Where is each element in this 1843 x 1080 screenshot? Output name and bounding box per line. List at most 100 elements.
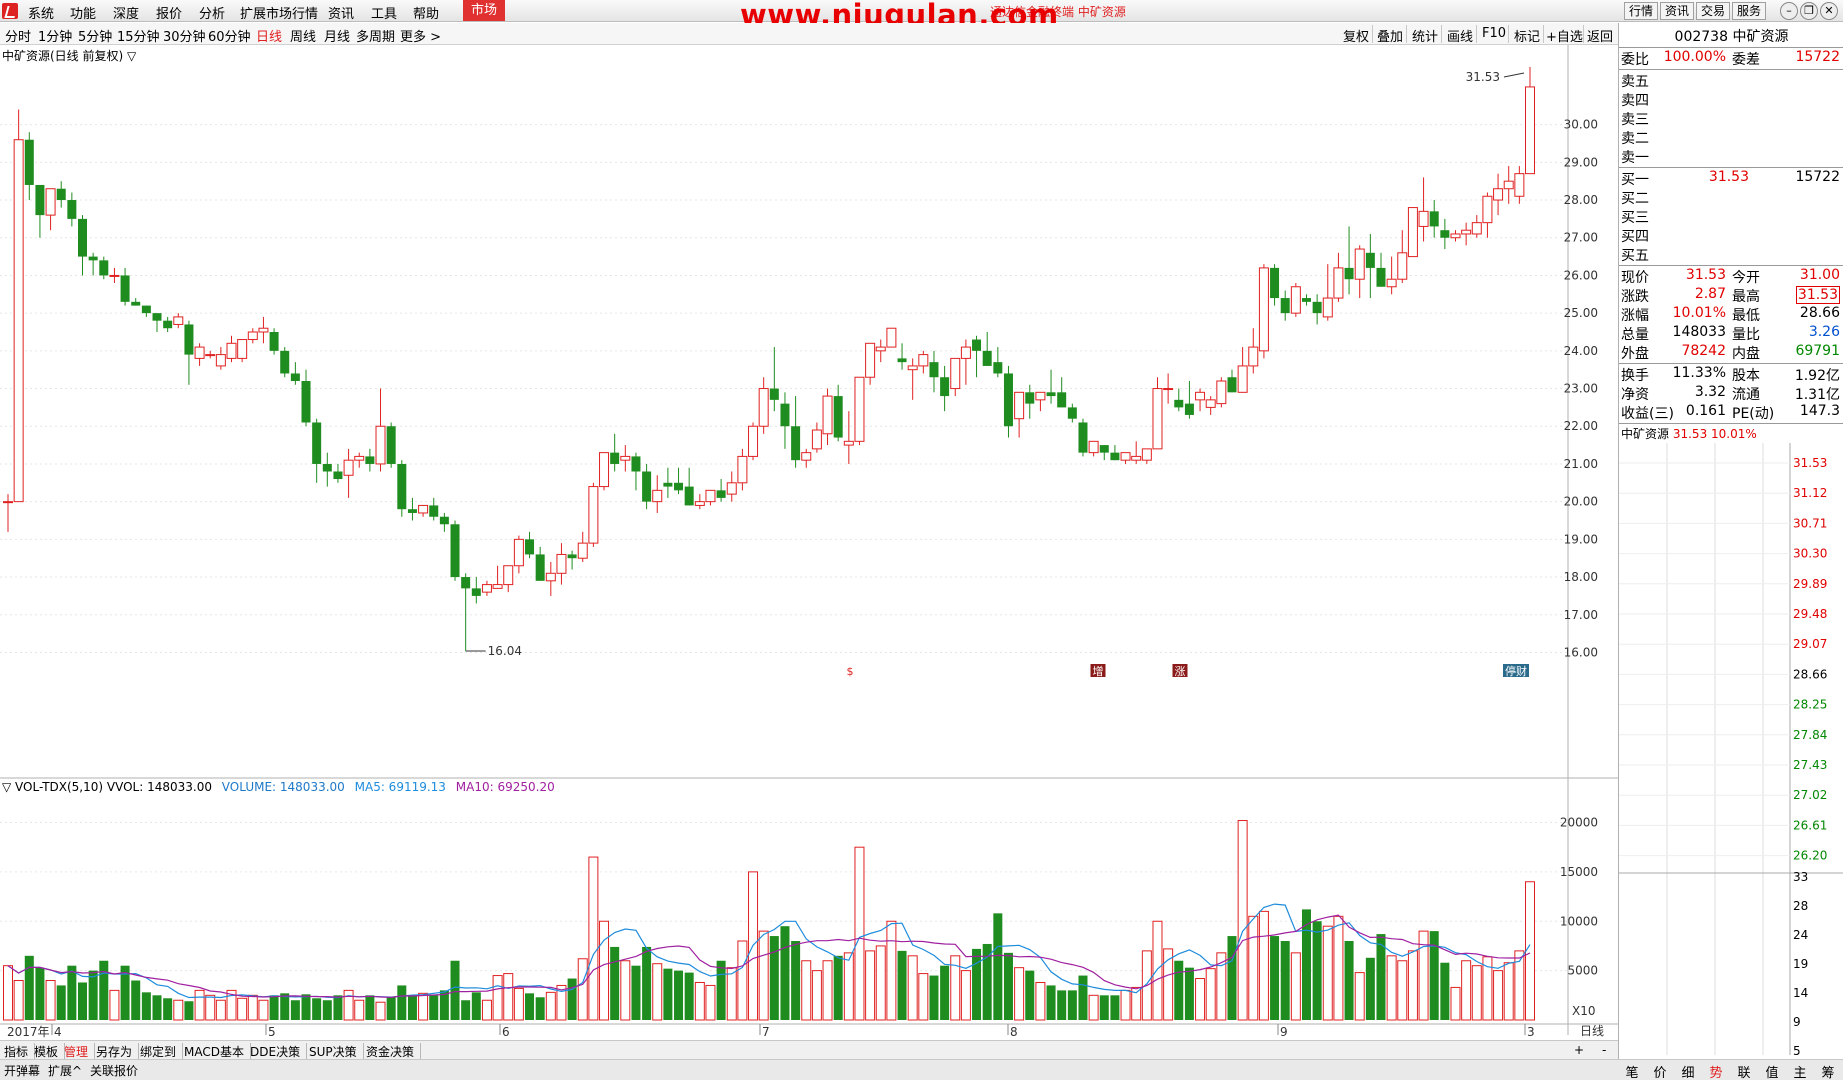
- period-weekly[interactable]: 周线: [290, 26, 316, 45]
- period-60min[interactable]: 60分钟: [208, 26, 251, 45]
- market-button[interactable]: 行情: [1624, 2, 1658, 20]
- volume-bar-down: [791, 941, 801, 1020]
- ask-row[interactable]: 卖一: [1619, 147, 1843, 166]
- candle-body-up: [875, 346, 886, 352]
- rtab-stroke[interactable]: 笔: [1618, 1062, 1646, 1080]
- news-button[interactable]: 资讯: [1660, 2, 1694, 20]
- bid-row[interactable]: 买三: [1619, 207, 1843, 226]
- menu-tools[interactable]: 工具: [371, 3, 397, 22]
- service-button[interactable]: 服务: [1732, 2, 1766, 20]
- ask-row[interactable]: 卖三: [1619, 109, 1843, 128]
- period-1min[interactable]: 1分钟: [38, 26, 72, 45]
- ask-row[interactable]: 卖二: [1619, 128, 1843, 147]
- volume-bar-up: [545, 991, 556, 1021]
- period-daily[interactable]: 日线: [256, 26, 282, 45]
- period-5min[interactable]: 5分钟: [78, 26, 112, 45]
- volume-bar-up: [1205, 968, 1216, 1021]
- tab-indicator[interactable]: 指标: [4, 1043, 36, 1060]
- volume-indicator-name[interactable]: ▽ VOL-TDX(5,10) VVOL: 148033.00: [2, 780, 212, 794]
- tab-template[interactable]: 模板: [34, 1043, 66, 1060]
- kline-chart[interactable]: 30.00 29.00 28.00 27.00 26.00 25.00 24.00 23.00…: [0, 45, 1618, 1040]
- menu-analysis[interactable]: 分析: [199, 3, 225, 22]
- period-multi[interactable]: 多周期: [356, 26, 395, 45]
- volume-bar-down: [24, 955, 34, 1020]
- restore-icon[interactable]: ❐: [1800, 2, 1818, 20]
- menu-system[interactable]: 系统: [28, 3, 54, 22]
- candle-body-up: [1205, 399, 1216, 408]
- tab-bind-to[interactable]: 绑定到: [140, 1043, 184, 1060]
- period-30min[interactable]: 30分钟: [163, 26, 206, 45]
- period-timeshare[interactable]: 分时: [5, 26, 31, 45]
- menu-news[interactable]: 资讯: [328, 3, 354, 22]
- menu-help[interactable]: 帮助: [413, 3, 439, 22]
- trade-button[interactable]: 交易: [1696, 2, 1730, 20]
- candle-body-up: [1258, 267, 1269, 352]
- minimize-icon[interactable]: –: [1780, 2, 1798, 20]
- expand-toggle[interactable]: 扩展^: [48, 1062, 82, 1079]
- volume-layer[interactable]: [3, 820, 1535, 1021]
- period-more[interactable]: 更多 >: [400, 26, 441, 45]
- mini-volume-tick-label: 14: [1793, 986, 1808, 1000]
- volume-tick-label: 20000: [1560, 816, 1598, 830]
- menu-extended-market[interactable]: 扩展市场行情: [240, 3, 318, 22]
- rtab-price[interactable]: 价: [1646, 1062, 1674, 1080]
- volume-bar-up: [1493, 970, 1504, 1021]
- date-tick-label: 8: [1010, 1025, 1018, 1039]
- close-icon[interactable]: ✕: [1820, 2, 1838, 20]
- tool-back[interactable]: 返回: [1587, 26, 1613, 45]
- tab-macd[interactable]: MACD基本: [184, 1043, 251, 1060]
- ask-row[interactable]: 卖四: [1619, 90, 1843, 109]
- tab-sup[interactable]: SUP决策: [309, 1043, 364, 1060]
- rtab-detail[interactable]: 细: [1674, 1062, 1702, 1080]
- rtab-link[interactable]: 联: [1730, 1062, 1758, 1080]
- tab-dde[interactable]: DDE决策: [250, 1043, 308, 1060]
- tool-overlay[interactable]: 叠加: [1377, 26, 1403, 45]
- menu-depth[interactable]: 深度: [113, 3, 139, 22]
- tab-manage[interactable]: 管理: [64, 1043, 96, 1060]
- bid-row[interactable]: 买一 31.53 15722: [1619, 169, 1843, 188]
- rtab-trend[interactable]: 势: [1702, 1062, 1730, 1080]
- mini-pct: 10.01%: [1711, 427, 1757, 441]
- volume-bar-down: [269, 995, 279, 1020]
- grid-layer: [0, 45, 1618, 1035]
- tab-save-as[interactable]: 另存为: [96, 1043, 140, 1060]
- linked-quote-button[interactable]: 关联报价: [90, 1062, 138, 1079]
- menu-quote[interactable]: 报价: [156, 3, 182, 22]
- bid-row[interactable]: 买五: [1619, 245, 1843, 264]
- candlestick-layer[interactable]: [3, 66, 1535, 651]
- volume-bar-down: [78, 982, 88, 1020]
- volume-bar-down: [280, 993, 290, 1020]
- period-monthly[interactable]: 月线: [324, 26, 350, 45]
- ask-row[interactable]: 卖五: [1619, 71, 1843, 90]
- menu-function[interactable]: 功能: [70, 3, 96, 22]
- toolbar-separator: [1441, 25, 1442, 43]
- tool-draw-line[interactable]: 画线: [1447, 26, 1473, 45]
- intraday-mini-chart[interactable]: 31.53 31.12 30.71 30.30 29.89 29.48 29.07 28.66…: [1619, 443, 1843, 1055]
- candle-body-up: [45, 188, 56, 216]
- zoom-out-button[interactable]: -: [1602, 1043, 1612, 1057]
- danmaku-toggle[interactable]: 开弹幕: [4, 1062, 40, 1079]
- tool-mark[interactable]: 标记: [1514, 26, 1540, 45]
- candle-body-down: [642, 471, 652, 502]
- rtab-main[interactable]: 主: [1786, 1062, 1814, 1080]
- mini-price-tick-label: 27.43: [1793, 758, 1827, 772]
- menu-market[interactable]: 市场: [463, 0, 506, 21]
- kline-title[interactable]: 中矿资源(日线 前复权) ▽: [2, 47, 136, 64]
- volume-bar-down: [152, 995, 162, 1020]
- rtab-chips[interactable]: 筹: [1814, 1062, 1842, 1080]
- volume-bar-up: [354, 999, 365, 1021]
- rtab-value[interactable]: 值: [1758, 1062, 1786, 1080]
- candle-body-up: [375, 425, 386, 465]
- bid-row[interactable]: 买四: [1619, 226, 1843, 245]
- fund-value: 1.92亿: [1794, 368, 1840, 384]
- zoom-in-button[interactable]: +: [1574, 1043, 1590, 1057]
- tool-adjust[interactable]: 复权: [1343, 26, 1369, 45]
- period-15min[interactable]: 15分钟: [117, 26, 160, 45]
- tool-add-watchlist[interactable]: +自选: [1546, 26, 1583, 45]
- bid-row[interactable]: 买二: [1619, 188, 1843, 207]
- volume-ma10-line: [7, 914, 1531, 999]
- tab-fund[interactable]: 资金决策: [366, 1043, 422, 1060]
- tool-statistics[interactable]: 统计: [1412, 26, 1438, 45]
- app-logo-icon[interactable]: [2, 3, 18, 19]
- tool-f10[interactable]: F10: [1482, 26, 1506, 41]
